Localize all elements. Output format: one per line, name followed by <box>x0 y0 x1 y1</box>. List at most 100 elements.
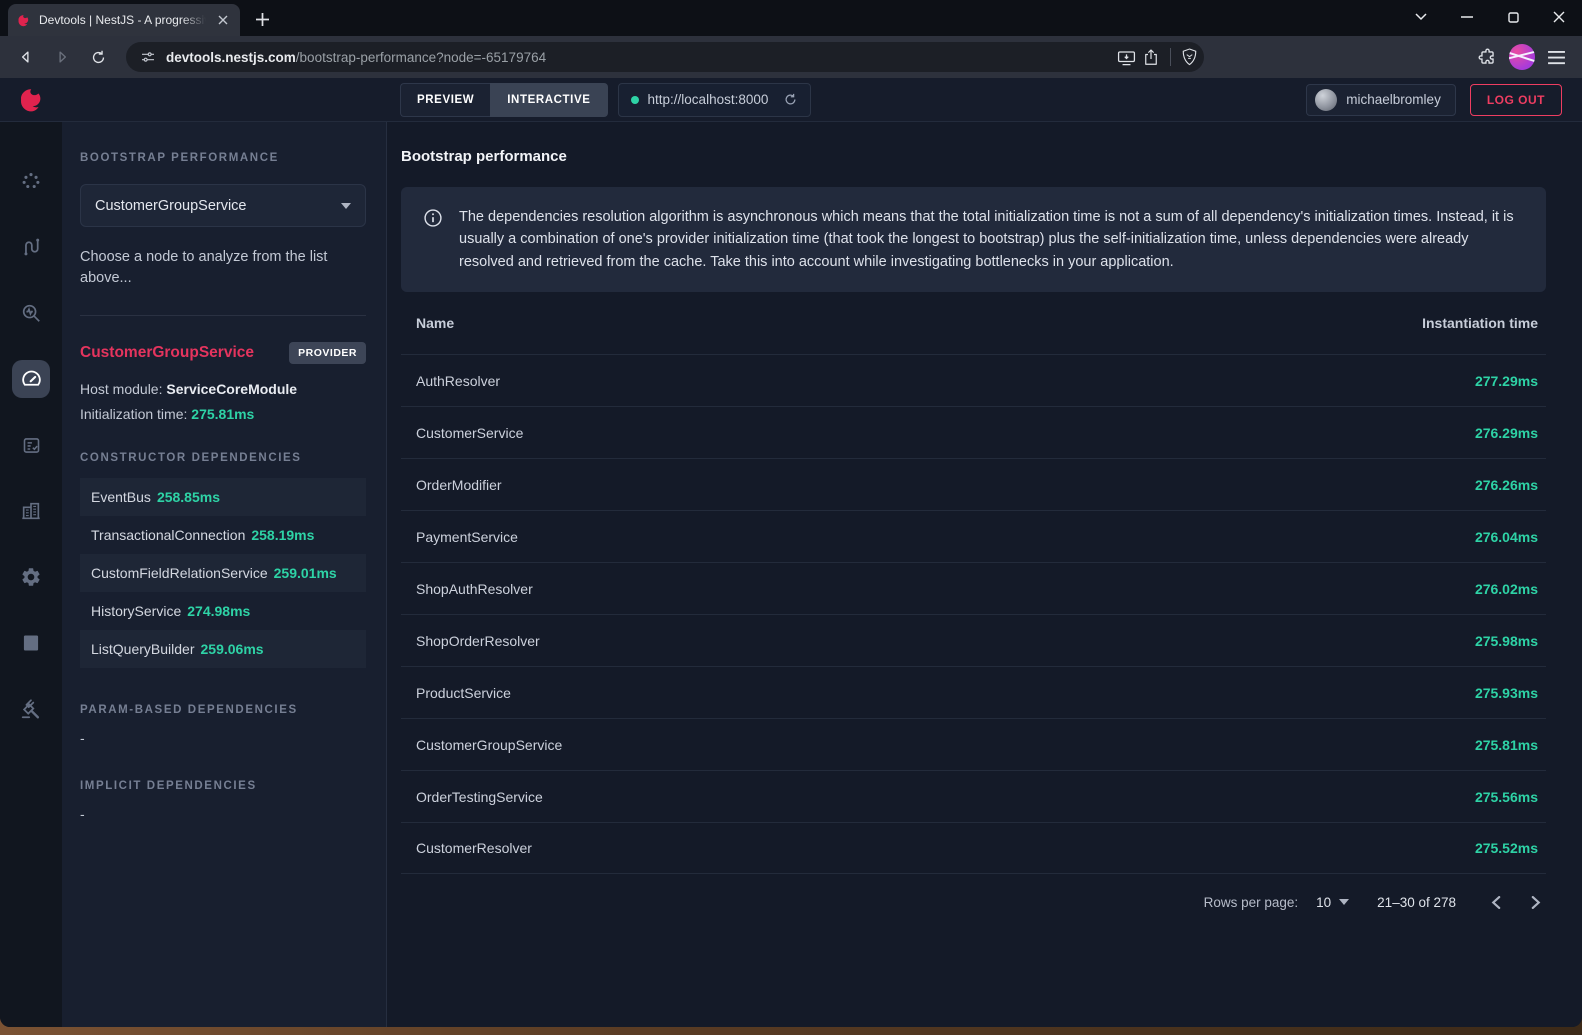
row-time: 277.29ms <box>1475 373 1538 389</box>
chevron-down-icon <box>341 203 351 209</box>
row-time: 276.26ms <box>1475 477 1538 493</box>
init-time-label: Initialization time: <box>80 406 191 422</box>
param-deps-title: PARAM-BASED DEPENDENCIES <box>80 704 366 716</box>
prev-page-button[interactable] <box>1490 896 1503 909</box>
page-title: Bootstrap performance <box>401 148 1546 165</box>
info-banner: The dependencies resolution algorithm is… <box>401 187 1546 292</box>
docs-icon[interactable] <box>12 624 50 662</box>
target-url: http://localhost:8000 <box>648 92 769 107</box>
menu-icon[interactable] <box>1547 50 1566 65</box>
table-row[interactable]: CustomerResolver275.52ms <box>401 822 1546 874</box>
browser-window: Devtools | NestJS - A progressive devtoo… <box>0 0 1582 1027</box>
dep-name: HistoryService <box>91 603 181 619</box>
username: michaelbromley <box>1346 92 1441 107</box>
info-icon <box>423 208 443 273</box>
table-row[interactable]: OrderTestingService275.56ms <box>401 770 1546 822</box>
cast-icon[interactable] <box>1117 49 1136 66</box>
dep-row[interactable]: EventBus258.85ms <box>80 478 366 516</box>
row-name: ProductService <box>416 685 511 701</box>
table-row[interactable]: OrderModifier 276.26ms <box>401 458 1546 510</box>
refresh-target-icon[interactable] <box>783 92 798 107</box>
url-path: /bootstrap-performance?node=-65179764 <box>296 50 546 65</box>
row-name: CustomerService <box>416 425 523 441</box>
main-content: Bootstrap performance The dependencies r… <box>387 122 1582 1027</box>
dep-row[interactable]: HistoryService274.98ms <box>80 592 366 630</box>
checklist-icon[interactable] <box>12 426 50 464</box>
reload-button[interactable] <box>82 41 114 73</box>
row-name: CustomerGroupService <box>416 737 562 753</box>
param-deps-empty: - <box>80 730 366 746</box>
table-row[interactable]: ProductService275.93ms <box>401 666 1546 718</box>
target-url-box[interactable]: http://localhost:8000 <box>618 83 812 117</box>
host-module-row: Host module: ServiceCoreModule <box>80 381 366 397</box>
table-row[interactable]: CustomerService 276.29ms <box>401 406 1546 458</box>
share-icon[interactable] <box>1142 49 1160 66</box>
nestjs-logo-icon[interactable] <box>0 78 62 122</box>
provider-badge: PROVIDER <box>289 342 366 364</box>
site-settings-icon[interactable] <box>140 49 156 65</box>
logout-button[interactable]: LOG OUT <box>1470 84 1562 116</box>
table-row[interactable]: PaymentService 276.04ms <box>401 510 1546 562</box>
forward-button[interactable] <box>46 41 78 73</box>
app-header: PREVIEW INTERACTIVE http://localhost:800… <box>0 78 1582 122</box>
bootstrap-panel: BOOTSTRAP PERFORMANCE CustomerGroupServi… <box>62 122 387 1027</box>
speedometer-icon[interactable] <box>12 360 50 398</box>
browser-profile-avatar[interactable] <box>1509 44 1535 70</box>
dep-name: CustomFieldRelationService <box>91 565 268 581</box>
row-time: 276.02ms <box>1475 581 1538 597</box>
routes-icon[interactable] <box>12 228 50 266</box>
browser-tab[interactable]: Devtools | NestJS - A progressive <box>8 4 240 36</box>
user-avatar <box>1315 89 1337 111</box>
row-time: 276.29ms <box>1475 425 1538 441</box>
close-window-button[interactable] <box>1536 0 1582 34</box>
mode-toggle: PREVIEW INTERACTIVE <box>400 83 608 117</box>
next-page-button[interactable] <box>1529 896 1542 909</box>
row-time: 275.81ms <box>1475 737 1538 753</box>
dep-name: EventBus <box>91 489 151 505</box>
graph-icon[interactable] <box>12 162 50 200</box>
init-time-row: Initialization time: 275.81ms <box>80 406 366 422</box>
table-row[interactable]: ShopOrderResolver275.98ms <box>401 614 1546 666</box>
rows-per-page: Rows per page: 10 <box>1204 895 1350 910</box>
dep-name: TransactionalConnection <box>91 527 245 543</box>
gavel-icon[interactable] <box>12 690 50 728</box>
instantiation-table: Name Instantiation time AuthResolver277.… <box>401 292 1546 874</box>
url-text[interactable]: devtools.nestjs.com/bootstrap-performanc… <box>166 50 1117 65</box>
new-tab-button[interactable] <box>248 5 276 33</box>
node-select[interactable]: CustomerGroupService <box>80 184 366 227</box>
info-text: The dependencies resolution algorithm is… <box>459 206 1524 273</box>
table-row[interactable]: CustomerGroupService 275.81ms <box>401 718 1546 770</box>
table-row[interactable]: ShopAuthResolver 276.02ms <box>401 562 1546 614</box>
tab-strip: Devtools | NestJS - A progressive <box>0 0 1582 36</box>
devtools-app: PREVIEW INTERACTIVE http://localhost:800… <box>0 78 1582 1027</box>
back-button[interactable] <box>10 41 42 73</box>
modules-icon[interactable] <box>12 492 50 530</box>
gear-icon[interactable] <box>12 558 50 596</box>
rows-per-page-value: 10 <box>1316 895 1331 910</box>
row-name: ShopAuthResolver <box>416 581 533 597</box>
inspect-icon[interactable] <box>12 294 50 332</box>
dep-row[interactable]: CustomFieldRelationService 259.01ms <box>80 554 366 592</box>
row-name: OrderTestingService <box>416 789 543 805</box>
minimize-button[interactable] <box>1444 0 1490 34</box>
preview-tab[interactable]: PREVIEW <box>400 83 490 117</box>
dep-time: 259.01ms <box>274 565 337 581</box>
dep-time: 258.19ms <box>251 527 314 543</box>
dep-row[interactable]: TransactionalConnection 258.19ms <box>80 516 366 554</box>
maximize-button[interactable] <box>1490 0 1536 34</box>
tab-close-icon[interactable] <box>214 11 232 29</box>
panel-section-title: BOOTSTRAP PERFORMANCE <box>80 152 279 164</box>
tab-search-icon[interactable] <box>1398 0 1444 34</box>
table-row[interactable]: AuthResolver277.29ms <box>401 354 1546 406</box>
row-name: CustomerResolver <box>416 840 532 856</box>
row-name: PaymentService <box>416 529 518 545</box>
extensions-icon[interactable] <box>1478 48 1497 67</box>
dep-row[interactable]: ListQueryBuilder259.06ms <box>80 630 366 668</box>
address-bar[interactable]: devtools.nestjs.com/bootstrap-performanc… <box>126 42 1204 72</box>
row-time: 276.04ms <box>1475 529 1538 545</box>
rows-per-page-select[interactable]: 10 <box>1316 895 1349 910</box>
interactive-tab[interactable]: INTERACTIVE <box>490 83 607 117</box>
row-name: OrderModifier <box>416 477 502 493</box>
user-menu[interactable]: michaelbromley <box>1306 84 1456 116</box>
brave-shield-icon[interactable] <box>1181 48 1198 66</box>
